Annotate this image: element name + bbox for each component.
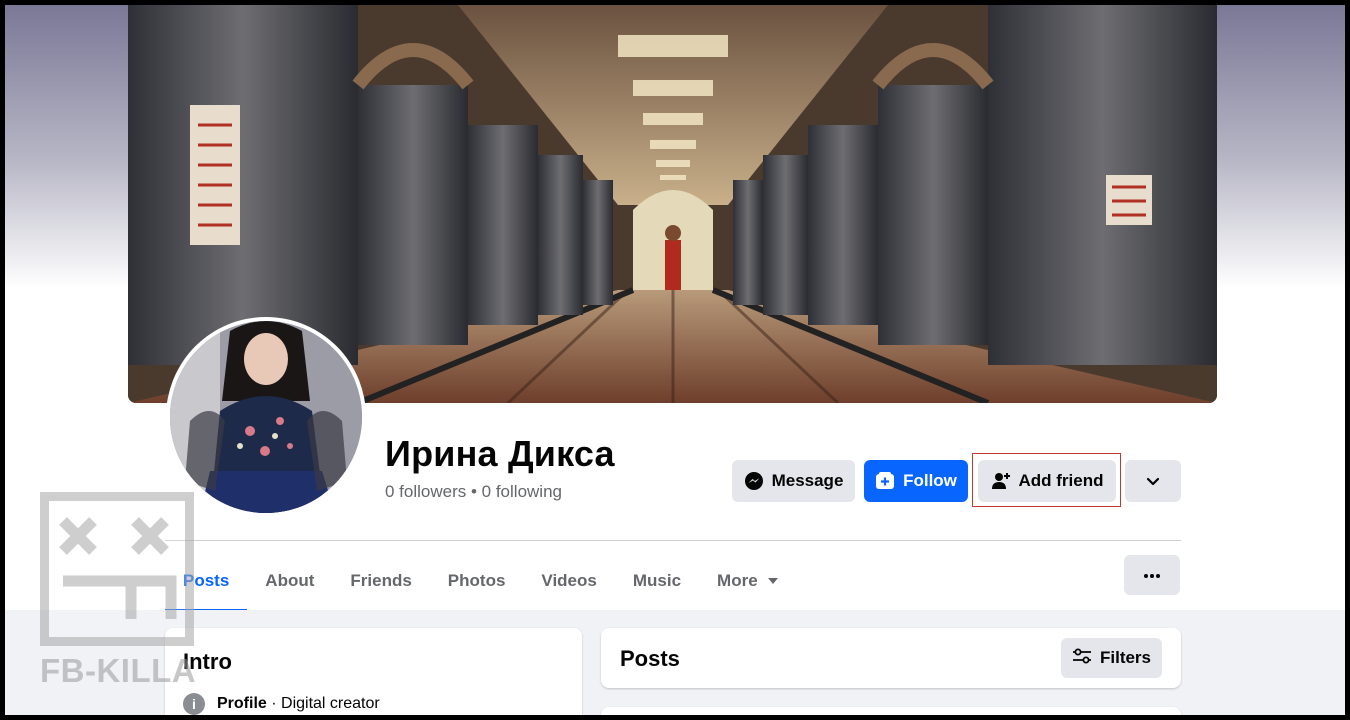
tab-more[interactable]: More — [699, 553, 796, 609]
info-icon: i — [183, 693, 205, 715]
follow-label: Follow — [903, 471, 957, 490]
more-options-button[interactable] — [1124, 555, 1180, 595]
intro-profile-value: · Digital creator — [266, 695, 380, 712]
watermark-face-icon — [59, 517, 177, 619]
highlight-box — [972, 453, 1121, 507]
tab-videos[interactable]: Videos — [523, 553, 614, 609]
filters-button[interactable]: Filters — [1061, 638, 1162, 678]
watermark: FB-KILLA — [40, 492, 197, 689]
profile-name: Ирина Дикса — [385, 433, 615, 474]
intro-profile-row: i Profile · Digital creator — [183, 693, 380, 715]
posts-title: Posts — [620, 646, 680, 671]
header-divider — [165, 540, 1181, 541]
avatar-image — [170, 321, 362, 513]
watermark-logo — [40, 492, 194, 646]
ellipsis-icon — [1142, 566, 1162, 584]
tab-label: Videos — [541, 571, 597, 590]
tab-music[interactable]: Music — [615, 553, 699, 609]
tab-photos[interactable]: Photos — [430, 553, 524, 609]
profile-options-dropdown[interactable] — [1125, 460, 1181, 502]
follow-stats[interactable]: 0 followers • 0 following — [385, 482, 562, 502]
post-card — [601, 707, 1181, 715]
sliders-icon — [1072, 647, 1092, 670]
message-label: Message — [771, 471, 844, 490]
intro-profile-text: Profile · Digital creator — [217, 695, 380, 713]
messenger-icon — [744, 471, 764, 491]
profile-picture[interactable] — [166, 317, 366, 517]
chevron-down-icon — [1145, 473, 1161, 489]
profile-tabs: Posts About Friends Photos Videos Music … — [165, 553, 796, 612]
caret-down-icon — [767, 578, 778, 584]
tab-about[interactable]: About — [247, 553, 332, 609]
follow-plus-icon — [875, 471, 895, 491]
profile-page: Ирина Дикса 0 followers • 0 following Me… — [5, 5, 1345, 715]
tab-label: Photos — [447, 571, 506, 590]
tab-friends[interactable]: Friends — [332, 553, 429, 609]
tab-label: Friends — [350, 571, 412, 590]
watermark-text: FB-KILLA — [40, 652, 197, 689]
filters-label: Filters — [1099, 648, 1152, 667]
follow-button[interactable]: Follow — [864, 460, 968, 502]
tab-label: About — [265, 571, 315, 590]
intro-profile-label: Profile — [217, 695, 267, 712]
message-button[interactable]: Message — [732, 460, 855, 502]
tab-label: Music — [632, 571, 682, 590]
tab-label: More — [717, 571, 758, 590]
avatar — [170, 321, 362, 513]
